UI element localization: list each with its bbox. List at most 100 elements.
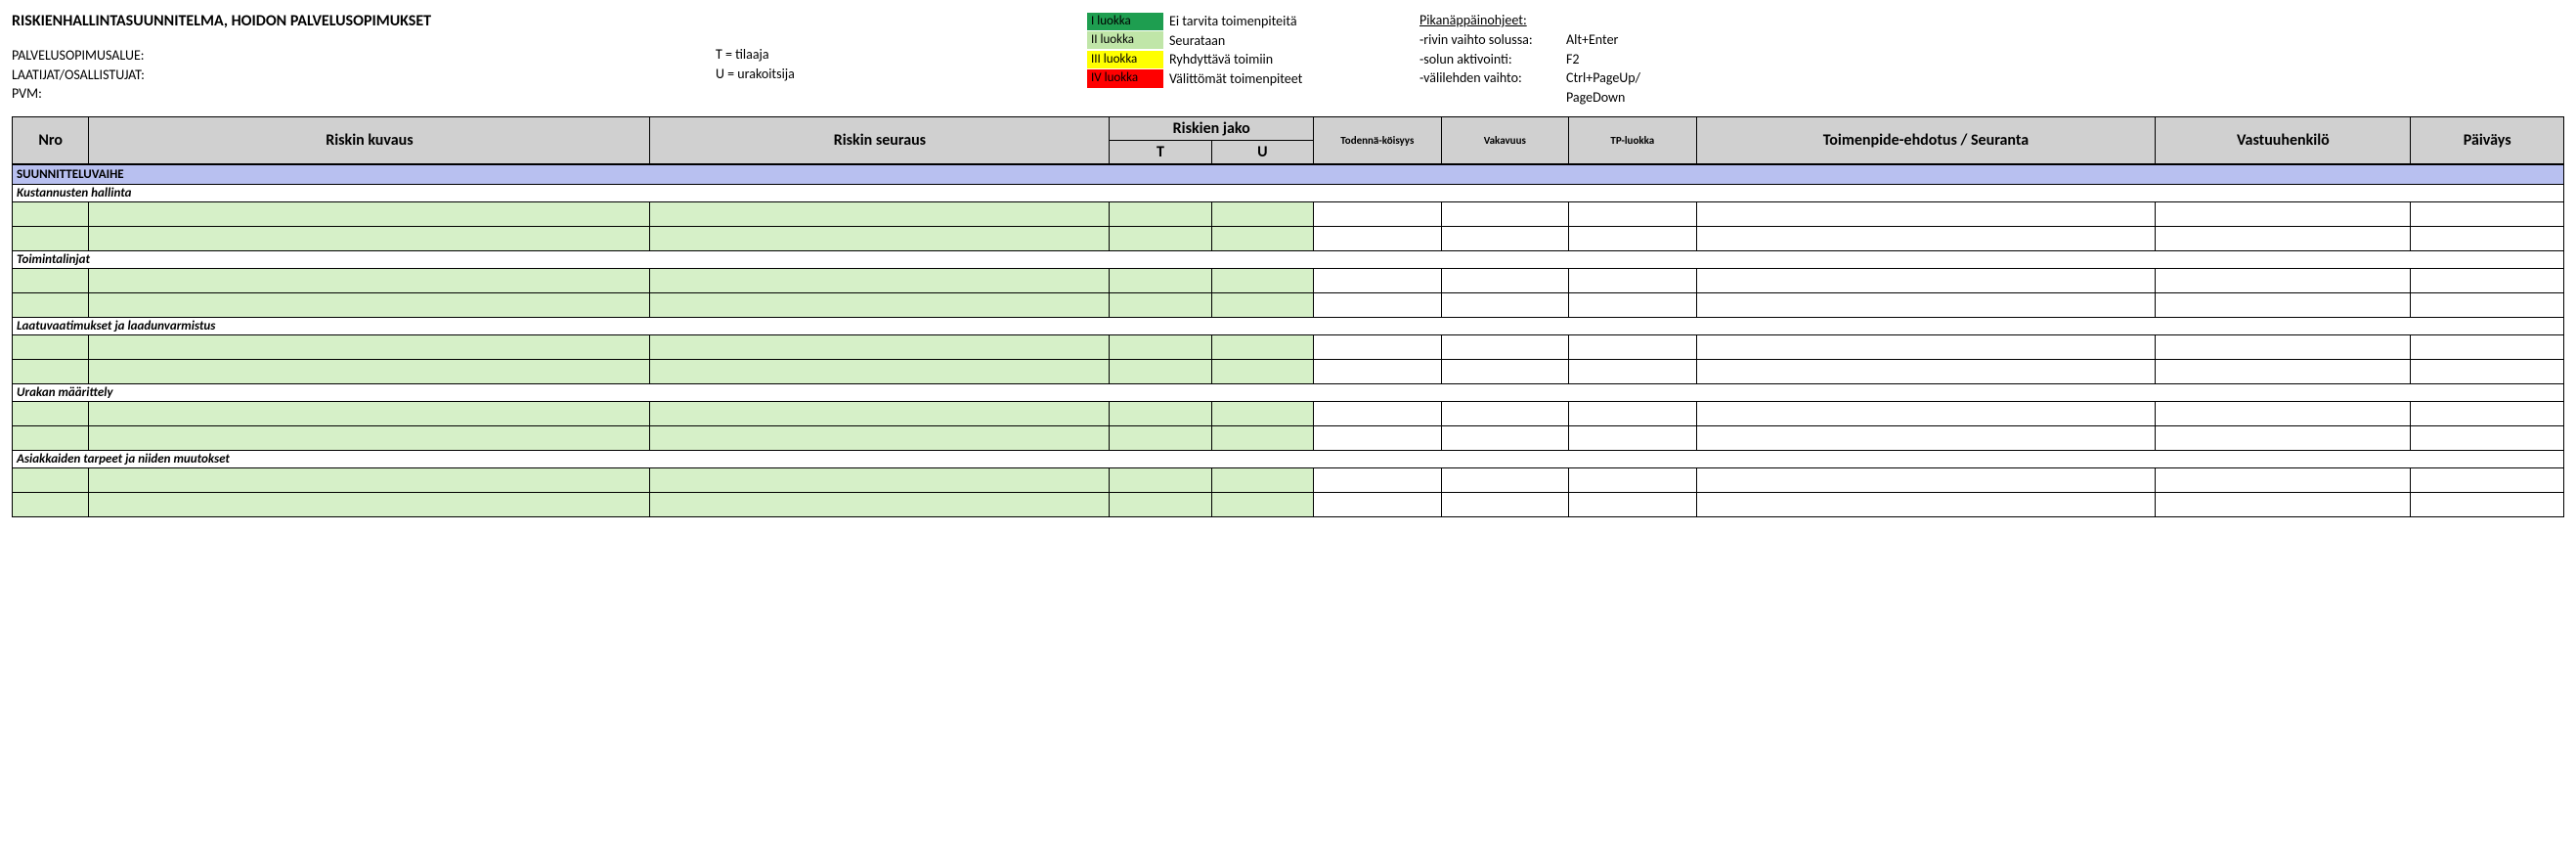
cell[interactable]: [1314, 335, 1442, 360]
cell[interactable]: [1211, 402, 1313, 426]
cell[interactable]: [1211, 493, 1313, 517]
cell[interactable]: [1441, 426, 1569, 451]
cell[interactable]: [2156, 426, 2411, 451]
cell[interactable]: [1314, 468, 1442, 493]
cell[interactable]: [1211, 269, 1313, 293]
cell[interactable]: [1569, 493, 1697, 517]
cell[interactable]: [650, 493, 1110, 517]
cell[interactable]: [13, 227, 89, 251]
cell[interactable]: [89, 202, 650, 227]
cell[interactable]: [1441, 360, 1569, 384]
cell[interactable]: [13, 269, 89, 293]
cell[interactable]: [650, 227, 1110, 251]
cell[interactable]: [2411, 402, 2564, 426]
cell[interactable]: [1211, 335, 1313, 360]
cell[interactable]: [2156, 293, 2411, 318]
cell[interactable]: [1211, 227, 1313, 251]
cell[interactable]: [89, 402, 650, 426]
cell[interactable]: [650, 402, 1110, 426]
cell[interactable]: [13, 293, 89, 318]
cell[interactable]: [89, 269, 650, 293]
cell[interactable]: [13, 360, 89, 384]
cell[interactable]: [2411, 293, 2564, 318]
cell[interactable]: [1569, 202, 1697, 227]
cell[interactable]: [13, 335, 89, 360]
cell[interactable]: [2411, 360, 2564, 384]
cell[interactable]: [1696, 426, 2156, 451]
cell[interactable]: [1211, 426, 1313, 451]
cell[interactable]: [1110, 269, 1211, 293]
cell[interactable]: [650, 426, 1110, 451]
cell[interactable]: [2411, 493, 2564, 517]
cell[interactable]: [1696, 360, 2156, 384]
cell[interactable]: [650, 335, 1110, 360]
cell[interactable]: [1314, 360, 1442, 384]
cell[interactable]: [89, 227, 650, 251]
cell[interactable]: [89, 493, 650, 517]
cell[interactable]: [1441, 269, 1569, 293]
cell[interactable]: [1211, 202, 1313, 227]
cell[interactable]: [1110, 227, 1211, 251]
cell[interactable]: [1314, 269, 1442, 293]
cell[interactable]: [1110, 468, 1211, 493]
cell[interactable]: [1314, 493, 1442, 517]
cell[interactable]: [1569, 335, 1697, 360]
cell[interactable]: [1569, 426, 1697, 451]
cell[interactable]: [89, 360, 650, 384]
cell[interactable]: [1110, 493, 1211, 517]
cell[interactable]: [1696, 468, 2156, 493]
cell[interactable]: [1314, 202, 1442, 227]
cell[interactable]: [89, 426, 650, 451]
cell[interactable]: [1569, 269, 1697, 293]
cell[interactable]: [1441, 493, 1569, 517]
cell[interactable]: [1569, 402, 1697, 426]
cell[interactable]: [2411, 426, 2564, 451]
cell[interactable]: [1441, 227, 1569, 251]
cell[interactable]: [2156, 360, 2411, 384]
cell[interactable]: [1314, 426, 1442, 451]
cell[interactable]: [1569, 227, 1697, 251]
cell[interactable]: [1314, 402, 1442, 426]
cell[interactable]: [650, 269, 1110, 293]
cell[interactable]: [650, 360, 1110, 384]
cell[interactable]: [1110, 426, 1211, 451]
cell[interactable]: [1441, 468, 1569, 493]
cell[interactable]: [1441, 335, 1569, 360]
cell[interactable]: [2156, 493, 2411, 517]
cell[interactable]: [1696, 335, 2156, 360]
cell[interactable]: [89, 335, 650, 360]
cell[interactable]: [1441, 293, 1569, 318]
cell[interactable]: [1569, 360, 1697, 384]
cell[interactable]: [1110, 293, 1211, 318]
cell[interactable]: [89, 468, 650, 493]
cell[interactable]: [1211, 360, 1313, 384]
cell[interactable]: [1696, 402, 2156, 426]
cell[interactable]: [1314, 293, 1442, 318]
cell[interactable]: [1110, 360, 1211, 384]
cell[interactable]: [1441, 402, 1569, 426]
cell[interactable]: [2156, 335, 2411, 360]
cell[interactable]: [2156, 468, 2411, 493]
cell[interactable]: [1110, 335, 1211, 360]
cell[interactable]: [1110, 402, 1211, 426]
cell[interactable]: [89, 293, 650, 318]
cell[interactable]: [1211, 293, 1313, 318]
cell[interactable]: [2411, 335, 2564, 360]
cell[interactable]: [1696, 227, 2156, 251]
cell[interactable]: [1696, 493, 2156, 517]
cell[interactable]: [1696, 202, 2156, 227]
cell[interactable]: [2411, 202, 2564, 227]
cell[interactable]: [1696, 293, 2156, 318]
cell[interactable]: [1569, 293, 1697, 318]
cell[interactable]: [1569, 468, 1697, 493]
cell[interactable]: [2156, 227, 2411, 251]
cell[interactable]: [1441, 202, 1569, 227]
cell[interactable]: [13, 402, 89, 426]
cell[interactable]: [650, 202, 1110, 227]
cell[interactable]: [2411, 227, 2564, 251]
cell[interactable]: [2411, 269, 2564, 293]
cell[interactable]: [13, 493, 89, 517]
cell[interactable]: [2156, 202, 2411, 227]
cell[interactable]: [650, 468, 1110, 493]
cell[interactable]: [2156, 269, 2411, 293]
